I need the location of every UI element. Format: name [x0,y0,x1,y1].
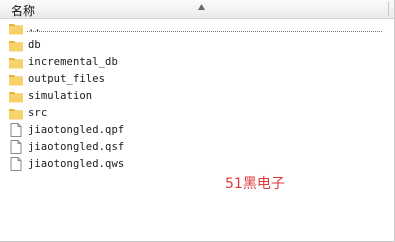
folder-icon [9,74,23,85]
list-item[interactable]: jiaotongled.qsf [8,138,388,155]
list-item[interactable]: simulation [8,87,388,104]
file-name: simulation [28,89,93,102]
focus-indicator [27,31,382,32]
folder-icon [9,40,23,51]
list-item[interactable]: output_files [8,70,388,87]
list-item-parent-folder[interactable]: .. [8,19,388,36]
file-name: jiaotongled.qsf [28,140,125,153]
name-column-header[interactable]: 名称 [11,2,35,19]
file-name: src [28,106,48,119]
document-icon [10,139,22,154]
column-header: 名称 [0,0,394,19]
file-name: incremental_db [28,55,118,68]
sort-ascending-icon[interactable] [197,3,206,11]
file-list-window: 名称 .. db incremental_db output_files sim… [0,0,395,242]
list-item[interactable]: jiaotongled.qpf [8,121,388,138]
list-item[interactable]: src [8,104,388,121]
folder-icon [9,23,23,34]
file-name: jiaotongled.qpf [28,123,125,136]
list-item[interactable]: incremental_db [8,53,388,70]
document-icon [10,156,22,171]
file-name: jiaotongled.qws [28,157,125,170]
document-icon [10,122,22,137]
file-name: db [28,38,41,51]
column-divider[interactable] [388,2,389,16]
list-item[interactable]: db [8,36,388,53]
list-item[interactable]: jiaotongled.qws [8,155,388,172]
watermark: 51黑电子 [225,176,285,192]
folder-icon [9,91,23,102]
file-name: output_files [28,72,106,85]
folder-icon [9,57,23,68]
folder-icon [9,108,23,119]
